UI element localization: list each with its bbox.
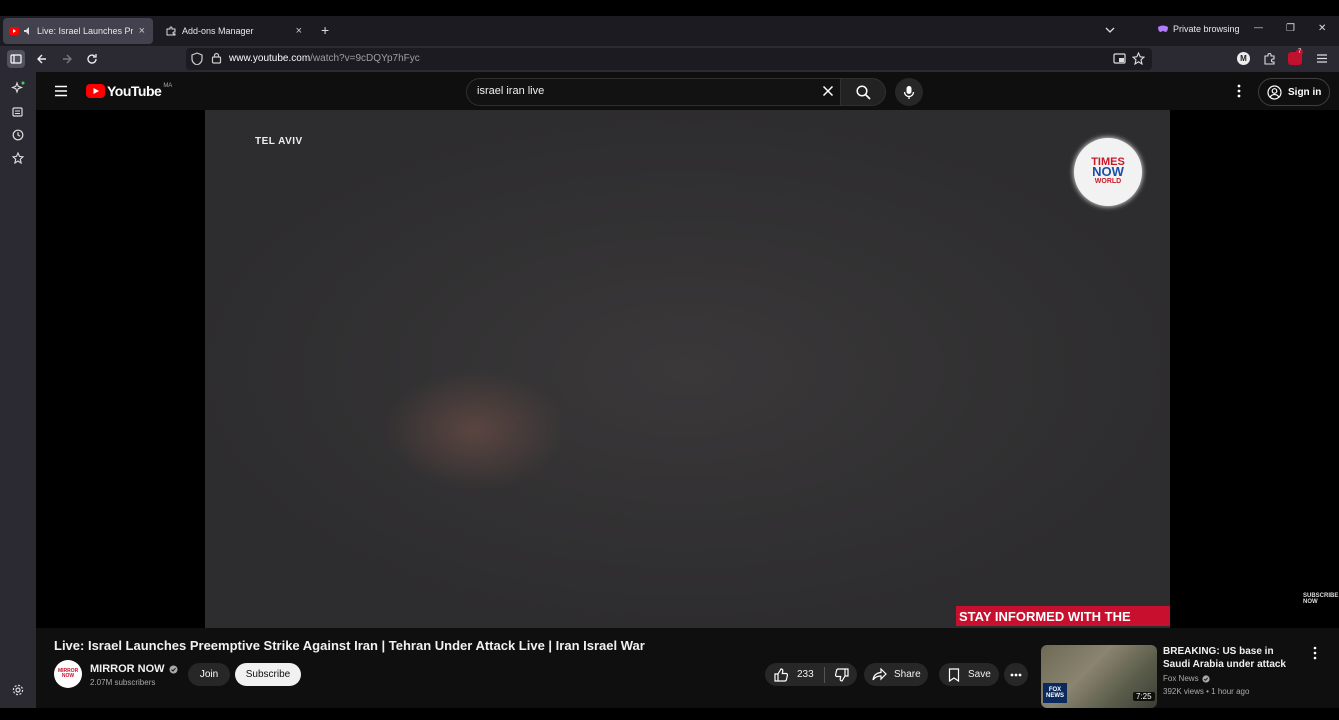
tab-youtube-video[interactable]: Live: Israel Launches Preemptive × xyxy=(3,18,153,44)
synced-tabs-icon[interactable] xyxy=(10,104,26,120)
search-input[interactable]: israel iran live xyxy=(477,85,544,97)
video-title: Live: Israel Launches Preemptive Strike … xyxy=(54,638,645,653)
location-overlay: TEL AVIV xyxy=(255,136,303,147)
private-mask-icon xyxy=(1157,24,1169,34)
recommendation-kebab-icon[interactable] xyxy=(1312,646,1318,660)
search-button[interactable] xyxy=(840,78,886,106)
channel-avatar[interactable]: MIRROR NOW xyxy=(54,660,82,688)
recommendation-channel-row: Fox News xyxy=(1163,674,1210,683)
account-m-icon[interactable]: M xyxy=(1237,52,1250,65)
like-dislike-segment: 233 xyxy=(765,663,857,686)
history-clock-icon[interactable] xyxy=(10,127,26,143)
settings-kebab-icon[interactable] xyxy=(1236,84,1242,98)
screen-top-border xyxy=(0,0,1339,16)
video-duration: 7:25 xyxy=(1133,692,1155,701)
fox-news-logo: FOX NEWS xyxy=(1043,683,1067,703)
bookmark-star-icon[interactable] xyxy=(1132,52,1145,65)
tab-close-icon[interactable]: × xyxy=(139,25,145,37)
tracking-protection-shield-icon[interactable] xyxy=(191,52,203,65)
reload-icon[interactable] xyxy=(83,50,101,68)
recommendation-meta: 392K views • 1 hour ago xyxy=(1163,687,1250,696)
voice-search-button[interactable] xyxy=(895,78,923,106)
sign-in-label: Sign in xyxy=(1288,86,1322,98)
account-circle-icon xyxy=(1267,84,1282,100)
screen-bottom-border xyxy=(0,708,1339,720)
channel-name-row[interactable]: MIRROR NOW xyxy=(90,663,178,675)
extensions-puzzle-icon[interactable] xyxy=(1263,52,1276,65)
like-divider xyxy=(823,666,825,683)
close-window-button[interactable]: ✕ xyxy=(1318,23,1326,34)
tab-close-icon[interactable]: × xyxy=(296,25,302,37)
verified-check-icon xyxy=(1201,674,1210,683)
search-icon xyxy=(855,84,871,100)
youtube-logo-text: YouTube xyxy=(107,83,162,99)
share-button[interactable]: Share xyxy=(864,663,928,686)
dislike-thumb-icon[interactable] xyxy=(834,667,849,682)
youtube-logo[interactable]: YouTube MA xyxy=(86,83,172,99)
join-button[interactable]: Join xyxy=(188,663,230,686)
youtube-play-logo-icon xyxy=(86,84,105,98)
share-arrow-icon xyxy=(872,668,887,681)
private-browsing-label: Private browsing xyxy=(1173,24,1240,34)
verified-check-icon xyxy=(169,665,178,674)
like-thumb-icon[interactable] xyxy=(774,667,789,682)
private-browsing-indicator: Private browsing xyxy=(1157,24,1240,34)
forward-arrow-icon[interactable] xyxy=(58,50,76,68)
share-label: Share xyxy=(894,669,921,680)
sidebar-settings-gear-icon[interactable] xyxy=(10,682,26,698)
clear-search-icon[interactable] xyxy=(822,85,834,97)
tab-title: Add-ons Manager xyxy=(182,26,254,36)
url-text[interactable]: www.youtube.com/watch?v=9cDQYp7hFyc xyxy=(229,53,420,64)
restore-button[interactable]: ❐ xyxy=(1286,23,1295,34)
channel-watermark-logo: TIMES NOW WORLD xyxy=(1074,138,1142,206)
puzzle-icon xyxy=(166,26,176,36)
browser-sidebar xyxy=(0,72,36,708)
hamburger-menu-icon[interactable] xyxy=(1316,53,1328,64)
speaker-icon[interactable] xyxy=(23,26,33,36)
subscriber-count: 2.07M subscribers xyxy=(90,678,156,687)
more-actions-button[interactable] xyxy=(1004,663,1028,686)
lock-icon[interactable] xyxy=(211,52,222,64)
save-bookmark-icon xyxy=(948,667,960,682)
tab-title: Live: Israel Launches Preemptive xyxy=(37,26,133,36)
ai-sparkle-icon[interactable] xyxy=(10,80,26,96)
list-tabs-chevron-icon[interactable] xyxy=(1104,24,1116,36)
news-ticker: STAY INFORMED WITH THE xyxy=(956,606,1170,626)
minimize-button[interactable]: — xyxy=(1254,22,1263,32)
back-arrow-icon[interactable] xyxy=(33,50,51,68)
country-code: MA xyxy=(163,83,173,89)
recommendation-title[interactable]: BREAKING: US base in Saudi Arabia under … xyxy=(1163,645,1303,671)
sign-in-button[interactable]: Sign in xyxy=(1258,78,1330,106)
new-tab-button[interactable]: + xyxy=(321,22,329,38)
like-count[interactable]: 233 xyxy=(797,669,814,680)
microphone-icon xyxy=(903,85,915,100)
bookmarks-star-icon[interactable] xyxy=(10,150,26,166)
youtube-favicon-icon xyxy=(9,26,19,36)
recommendation-channel: Fox News xyxy=(1163,674,1199,683)
more-horizontal-icon xyxy=(1010,673,1022,677)
save-button[interactable]: Save xyxy=(939,663,999,686)
save-label: Save xyxy=(968,669,991,680)
subscribe-watermark[interactable]: SUBSCRIBE NOW xyxy=(1303,593,1338,605)
channel-name[interactable]: MIRROR NOW xyxy=(90,663,165,675)
sidebar-toggle-icon[interactable] xyxy=(7,50,25,68)
picture-in-picture-icon[interactable] xyxy=(1113,53,1126,64)
guide-menu-icon[interactable] xyxy=(54,85,68,97)
video-player[interactable] xyxy=(205,110,1170,628)
tab-addons-manager[interactable]: Add-ons Manager × xyxy=(160,18,310,44)
subscribe-button[interactable]: Subscribe xyxy=(235,663,301,686)
